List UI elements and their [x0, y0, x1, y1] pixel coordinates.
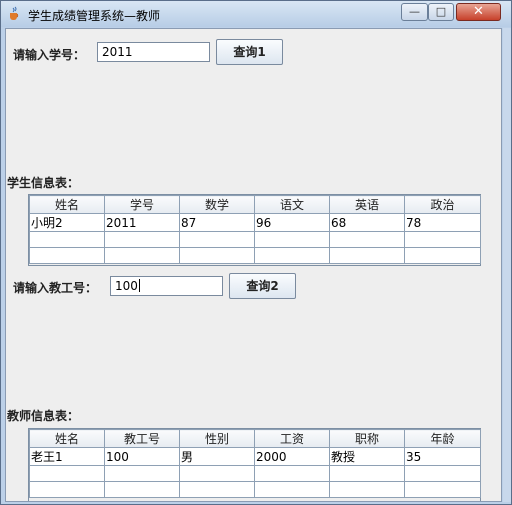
- table-row[interactable]: [29, 481, 481, 498]
- table-cell[interactable]: 教授: [329, 447, 405, 466]
- student-table-header-row: 姓名 学号 数学 语文 英语 政治: [29, 195, 481, 214]
- table-cell[interactable]: [179, 231, 255, 248]
- table-cell[interactable]: 68: [329, 213, 405, 232]
- query2-button[interactable]: 查询2: [229, 273, 296, 299]
- table-cell[interactable]: 100: [104, 447, 180, 466]
- table-cell[interactable]: 96: [254, 213, 330, 232]
- app-window: 学生成绩管理系统—教师 — □ ✕ 请输入学号： 2011 查询1 学生信息表：…: [0, 0, 512, 505]
- table-cell[interactable]: [404, 247, 481, 264]
- table-cell[interactable]: [179, 465, 255, 482]
- table-cell[interactable]: [254, 247, 330, 264]
- student-table-caption: 学生信息表：: [7, 176, 80, 190]
- table-cell[interactable]: [329, 465, 405, 482]
- table-row[interactable]: [29, 247, 481, 264]
- table-cell[interactable]: 87: [179, 213, 255, 232]
- column-header[interactable]: 教工号: [104, 429, 180, 448]
- column-header[interactable]: 职称: [329, 429, 405, 448]
- column-header[interactable]: 姓名: [29, 429, 105, 448]
- table-cell[interactable]: [329, 231, 405, 248]
- table-cell[interactable]: 2000: [254, 447, 330, 466]
- table-cell[interactable]: [179, 481, 255, 498]
- table-cell[interactable]: 小明2: [29, 213, 105, 232]
- column-header[interactable]: 数学: [179, 195, 255, 214]
- column-header[interactable]: 政治: [404, 195, 481, 214]
- student-table: 姓名 学号 数学 语文 英语 政治 小明2 2011 87 96 68 78: [29, 195, 481, 264]
- table-cell[interactable]: 78: [404, 213, 481, 232]
- column-header[interactable]: 年龄: [404, 429, 481, 448]
- maximize-icon: □: [435, 5, 447, 18]
- table-cell[interactable]: [404, 481, 481, 498]
- teacher-table-header-row: 姓名 教工号 性别 工资 职称 年龄: [29, 429, 481, 448]
- table-cell[interactable]: [179, 247, 255, 264]
- title-bar[interactable]: 学生成绩管理系统—教师 — □ ✕: [1, 1, 511, 27]
- close-button[interactable]: ✕: [456, 3, 501, 21]
- column-header[interactable]: 语文: [254, 195, 330, 214]
- content-panel: 请输入学号： 2011 查询1 学生信息表： 姓名 学号 数学 语文 英语 政治 小明2 2…: [5, 28, 502, 502]
- column-header[interactable]: 学号: [104, 195, 180, 214]
- table-cell[interactable]: 2011: [104, 213, 180, 232]
- table-cell[interactable]: [29, 481, 105, 498]
- close-icon: ✕: [473, 4, 484, 19]
- table-cell[interactable]: [104, 465, 180, 482]
- java-cup-icon: [10, 6, 19, 20]
- column-header[interactable]: 姓名: [29, 195, 105, 214]
- table-row[interactable]: 小明2 2011 87 96 68 78: [29, 213, 481, 232]
- table-cell[interactable]: [404, 465, 481, 482]
- column-header[interactable]: 工资: [254, 429, 330, 448]
- student-table-frame: 姓名 学号 数学 语文 英语 政治 小明2 2011 87 96 68 78: [28, 194, 481, 266]
- table-row[interactable]: [29, 231, 481, 248]
- table-cell[interactable]: [329, 247, 405, 264]
- table-cell[interactable]: [104, 231, 180, 248]
- table-cell[interactable]: [29, 247, 105, 264]
- window-title: 学生成绩管理系统—教师: [28, 9, 161, 23]
- table-cell[interactable]: [329, 481, 405, 498]
- teacher-id-input[interactable]: 100: [110, 276, 223, 296]
- table-cell[interactable]: [104, 247, 180, 264]
- teacher-table-caption: 教师信息表：: [7, 409, 80, 423]
- text-caret: [138, 279, 140, 292]
- teacher-id-label: 请输入教工号：: [13, 281, 98, 295]
- table-row[interactable]: 老王1 100 男 2000 教授 35: [29, 447, 481, 466]
- table-cell[interactable]: 老王1: [29, 447, 105, 466]
- student-id-label: 请输入学号：: [13, 48, 86, 62]
- table-cell[interactable]: [254, 465, 330, 482]
- table-cell[interactable]: [254, 231, 330, 248]
- teacher-table-frame: 姓名 教工号 性别 工资 职称 年龄 老王1 100 男 2000 教授 35: [28, 428, 481, 501]
- column-header[interactable]: 英语: [329, 195, 405, 214]
- table-cell[interactable]: 35: [404, 447, 481, 466]
- teacher-table: 姓名 教工号 性别 工资 职称 年龄 老王1 100 男 2000 教授 35: [29, 429, 481, 498]
- table-cell[interactable]: [254, 481, 330, 498]
- column-header[interactable]: 性别: [179, 429, 255, 448]
- table-cell[interactable]: [104, 481, 180, 498]
- student-id-input[interactable]: 2011: [97, 42, 210, 62]
- table-cell[interactable]: 男: [179, 447, 255, 466]
- maximize-button[interactable]: □: [428, 3, 454, 21]
- table-cell[interactable]: [29, 231, 105, 248]
- student-id-value: 2011: [102, 45, 133, 59]
- window-frame-right: [503, 28, 511, 502]
- minimize-button[interactable]: —: [401, 3, 428, 21]
- table-cell[interactable]: [29, 465, 105, 482]
- table-row[interactable]: [29, 465, 481, 482]
- table-cell[interactable]: [404, 231, 481, 248]
- teacher-id-value: 100: [115, 279, 138, 293]
- query1-button[interactable]: 查询1: [216, 39, 283, 65]
- minimize-icon: —: [409, 5, 420, 18]
